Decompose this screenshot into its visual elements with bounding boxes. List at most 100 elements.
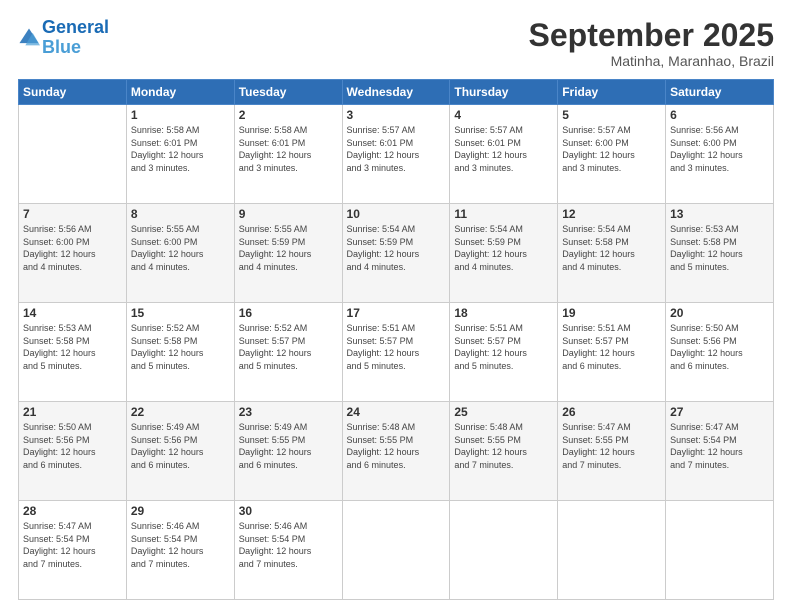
day-number: 26	[562, 405, 661, 419]
col-friday: Friday	[558, 80, 666, 105]
header: General Blue September 2025 Matinha, Mar…	[18, 18, 774, 69]
logo-icon	[18, 27, 40, 49]
calendar-cell: 7Sunrise: 5:56 AMSunset: 6:00 PMDaylight…	[19, 204, 127, 303]
calendar-cell: 13 Sunrise: 5:53 AMSunset: 5:58 PMDayligh…	[666, 204, 774, 303]
calendar-cell: 19Sunrise: 5:51 AMSunset: 5:57 PMDayligh…	[558, 303, 666, 402]
calendar-cell: 10 Sunrise: 5:54 AMSunset: 5:59 PMDayligh…	[342, 204, 450, 303]
calendar-cell: 25 Sunrise: 5:48 AMSunset: 5:55 PMDayligh…	[450, 402, 558, 501]
day-info: Sunrise: 5:51 AMSunset: 5:57 PMDaylight:…	[347, 322, 446, 372]
day-info: Sunrise: 5:58 AMSunset: 6:01 PMDaylight:…	[131, 124, 230, 174]
calendar-cell: 1 Sunrise: 5:58 AMSunset: 6:01 PMDaylight…	[126, 105, 234, 204]
day-info: Sunrise: 5:49 AMSunset: 5:56 PMDaylight:…	[131, 421, 230, 471]
col-thursday: Thursday	[450, 80, 558, 105]
calendar-cell: 15Sunrise: 5:52 AMSunset: 5:58 PMDayligh…	[126, 303, 234, 402]
calendar-cell: 18Sunrise: 5:51 AMSunset: 5:57 PMDayligh…	[450, 303, 558, 402]
day-info: Sunrise: 5:46 AMSunset: 5:54 PMDaylight:…	[131, 520, 230, 570]
col-saturday: Saturday	[666, 80, 774, 105]
day-number: 9	[239, 207, 338, 221]
calendar-header-row: Sunday Monday Tuesday Wednesday Thursday…	[19, 80, 774, 105]
day-info: Sunrise: 5:48 AMSunset: 5:55 PMDaylight:…	[347, 421, 446, 471]
logo-text: General Blue	[42, 18, 109, 58]
day-number: 28	[23, 504, 122, 518]
calendar-cell: 27 Sunrise: 5:47 AMSunset: 5:54 PMDayligh…	[666, 402, 774, 501]
day-number: 5	[562, 108, 661, 122]
day-number: 8	[131, 207, 230, 221]
day-info: Sunrise: 5:57 AMSunset: 6:00 PMDaylight:…	[562, 124, 661, 174]
day-info: Sunrise: 5:47 AMSunset: 5:54 PMDaylight:…	[670, 421, 769, 471]
day-info: Sunrise: 5:56 AMSunset: 6:00 PMDaylight:…	[670, 124, 769, 174]
calendar-cell: 21 Sunrise: 5:50 AMSunset: 5:56 PMDayligh…	[19, 402, 127, 501]
day-info: Sunrise: 5:58 AMSunset: 6:01 PMDaylight:…	[239, 124, 338, 174]
calendar-cell: 4 Sunrise: 5:57 AMSunset: 6:01 PMDaylight…	[450, 105, 558, 204]
calendar-cell: 14 Sunrise: 5:53 AMSunset: 5:58 PMDayligh…	[19, 303, 127, 402]
day-info: Sunrise: 5:50 AMSunset: 5:56 PMDaylight:…	[23, 421, 122, 471]
day-number: 15	[131, 306, 230, 320]
day-number: 10	[347, 207, 446, 221]
calendar-cell: 23Sunrise: 5:49 AMSunset: 5:55 PMDayligh…	[234, 402, 342, 501]
logo: General Blue	[18, 18, 109, 58]
calendar-cell: 16Sunrise: 5:52 AMSunset: 5:57 PMDayligh…	[234, 303, 342, 402]
day-number: 20	[670, 306, 769, 320]
day-number: 13	[670, 207, 769, 221]
day-number: 27	[670, 405, 769, 419]
logo-line1: General	[42, 17, 109, 37]
day-info: Sunrise: 5:57 AMSunset: 6:01 PMDaylight:…	[347, 124, 446, 174]
logo-line2: Blue	[42, 37, 81, 57]
calendar-cell: 17Sunrise: 5:51 AMSunset: 5:57 PMDayligh…	[342, 303, 450, 402]
day-number: 30	[239, 504, 338, 518]
col-wednesday: Wednesday	[342, 80, 450, 105]
day-number: 2	[239, 108, 338, 122]
day-number: 12	[562, 207, 661, 221]
calendar-cell: 22 Sunrise: 5:49 AMSunset: 5:56 PMDayligh…	[126, 402, 234, 501]
day-number: 1	[131, 108, 230, 122]
day-info: Sunrise: 5:47 AMSunset: 5:54 PMDaylight:…	[23, 520, 122, 570]
day-number: 4	[454, 108, 553, 122]
day-number: 22	[131, 405, 230, 419]
calendar-cell: 12 Sunrise: 5:54 AMSunset: 5:58 PMDayligh…	[558, 204, 666, 303]
day-info: Sunrise: 5:53 AMSunset: 5:58 PMDaylight:…	[23, 322, 122, 372]
day-number: 19	[562, 306, 661, 320]
calendar-cell	[558, 501, 666, 600]
month-title: September 2025	[529, 18, 774, 53]
day-number: 11	[454, 207, 553, 221]
title-block: September 2025 Matinha, Maranhao, Brazil	[529, 18, 774, 69]
calendar-cell: 26 Sunrise: 5:47 AMSunset: 5:55 PMDayligh…	[558, 402, 666, 501]
day-info: Sunrise: 5:54 AMSunset: 5:58 PMDaylight:…	[562, 223, 661, 273]
calendar-week-5: 28 Sunrise: 5:47 AMSunset: 5:54 PMDayligh…	[19, 501, 774, 600]
day-number: 3	[347, 108, 446, 122]
day-info: Sunrise: 5:54 AMSunset: 5:59 PMDaylight:…	[454, 223, 553, 273]
day-number: 6	[670, 108, 769, 122]
day-number: 14	[23, 306, 122, 320]
calendar-cell: 30Sunrise: 5:46 AMSunset: 5:54 PMDayligh…	[234, 501, 342, 600]
calendar-cell: 5 Sunrise: 5:57 AMSunset: 6:00 PMDaylight…	[558, 105, 666, 204]
calendar-cell: 2 Sunrise: 5:58 AMSunset: 6:01 PMDaylight…	[234, 105, 342, 204]
day-info: Sunrise: 5:54 AMSunset: 5:59 PMDaylight:…	[347, 223, 446, 273]
calendar-cell: 3 Sunrise: 5:57 AMSunset: 6:01 PMDaylight…	[342, 105, 450, 204]
day-number: 23	[239, 405, 338, 419]
day-number: 25	[454, 405, 553, 419]
day-info: Sunrise: 5:48 AMSunset: 5:55 PMDaylight:…	[454, 421, 553, 471]
day-info: Sunrise: 5:50 AMSunset: 5:56 PMDaylight:…	[670, 322, 769, 372]
col-monday: Monday	[126, 80, 234, 105]
calendar-cell	[666, 501, 774, 600]
location-subtitle: Matinha, Maranhao, Brazil	[529, 53, 774, 69]
day-info: Sunrise: 5:57 AMSunset: 6:01 PMDaylight:…	[454, 124, 553, 174]
calendar-cell: 29 Sunrise: 5:46 AMSunset: 5:54 PMDayligh…	[126, 501, 234, 600]
calendar-cell: 9Sunrise: 5:55 AMSunset: 5:59 PMDaylight…	[234, 204, 342, 303]
day-info: Sunrise: 5:53 AMSunset: 5:58 PMDaylight:…	[670, 223, 769, 273]
calendar-cell	[19, 105, 127, 204]
col-sunday: Sunday	[19, 80, 127, 105]
calendar-cell: 28 Sunrise: 5:47 AMSunset: 5:54 PMDayligh…	[19, 501, 127, 600]
day-number: 21	[23, 405, 122, 419]
day-number: 24	[347, 405, 446, 419]
calendar-week-4: 21 Sunrise: 5:50 AMSunset: 5:56 PMDayligh…	[19, 402, 774, 501]
calendar-week-1: 1 Sunrise: 5:58 AMSunset: 6:01 PMDaylight…	[19, 105, 774, 204]
day-info: Sunrise: 5:52 AMSunset: 5:57 PMDaylight:…	[239, 322, 338, 372]
day-number: 29	[131, 504, 230, 518]
calendar-cell: 6 Sunrise: 5:56 AMSunset: 6:00 PMDaylight…	[666, 105, 774, 204]
calendar-cell: 20 Sunrise: 5:50 AMSunset: 5:56 PMDayligh…	[666, 303, 774, 402]
day-number: 7	[23, 207, 122, 221]
day-info: Sunrise: 5:55 AMSunset: 6:00 PMDaylight:…	[131, 223, 230, 273]
calendar-table: Sunday Monday Tuesday Wednesday Thursday…	[18, 79, 774, 600]
day-info: Sunrise: 5:47 AMSunset: 5:55 PMDaylight:…	[562, 421, 661, 471]
